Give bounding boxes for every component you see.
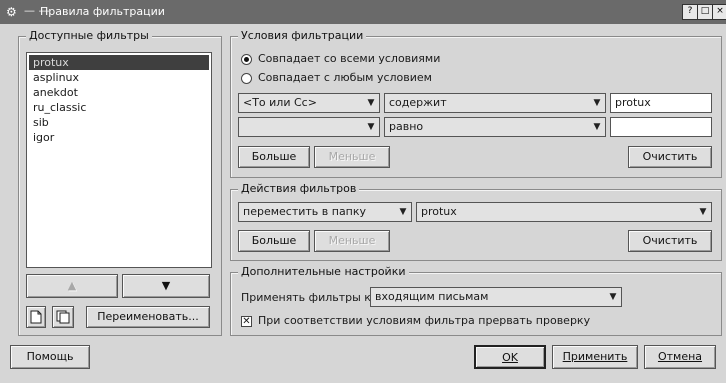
apply-button[interactable]: Применить [552, 345, 638, 369]
field-select-1-value: <То или Сс> [243, 96, 317, 109]
copy-filter-button[interactable] [52, 306, 74, 328]
apply-to-value: входящим письмам [375, 290, 489, 303]
ok-button[interactable]: OK [474, 345, 546, 369]
list-item[interactable]: anekdot [29, 85, 209, 100]
conditions-less-button[interactable]: Меньше [314, 146, 390, 168]
actions-less-button[interactable]: Меньше [314, 230, 390, 252]
action-select[interactable]: переместить в папку ▼ [238, 202, 412, 222]
actions-clear-button[interactable]: Очистить [628, 230, 712, 252]
apply-to-label: Применять фильтры к [241, 291, 371, 304]
target-folder-value: protux [421, 205, 457, 218]
arrow-down-icon: ▼ [161, 279, 171, 292]
conditions-more-button[interactable]: Больше [238, 146, 310, 168]
chevron-down-icon: ▼ [593, 122, 601, 132]
filter-list[interactable]: protux asplinux anekdot ru_classic sib i… [26, 52, 212, 268]
list-item[interactable]: igor [29, 130, 209, 145]
help-window-button[interactable]: ? [682, 4, 698, 20]
apply-to-select[interactable]: входящим письмам ▼ [370, 287, 622, 307]
new-document-icon [30, 310, 42, 324]
maximize-button[interactable]: □ [697, 4, 713, 20]
operator-select-1-value: содержит [389, 96, 447, 109]
list-item[interactable]: sib [29, 115, 209, 130]
match-any-label: Совпадает с любым условием [258, 71, 432, 84]
value-input-1[interactable]: protux [610, 93, 712, 113]
new-filter-button[interactable] [26, 306, 46, 328]
ok-button-label: OK [502, 351, 518, 364]
arrow-up-icon: ▲ [67, 279, 77, 292]
stop-processing-label: При соответствии условиям фильтра прерва… [258, 314, 591, 327]
gear-icon: ⚙ [6, 5, 17, 19]
match-all-label: Совпадает со всеми условиями [258, 52, 441, 65]
list-item[interactable]: ru_classic [29, 100, 209, 115]
close-button[interactable]: × [712, 4, 726, 20]
help-button[interactable]: Помощь [10, 345, 90, 369]
conditions-legend: Условия фильтрации [238, 29, 367, 42]
chevron-down-icon: ▼ [609, 292, 617, 302]
cancel-button-label: Отмена [657, 350, 703, 363]
field-select-2[interactable]: ▼ [238, 117, 380, 137]
copy-document-icon [56, 310, 70, 324]
move-down-button[interactable]: ▼ [122, 274, 210, 298]
cancel-button[interactable]: Отмена [644, 345, 716, 369]
match-all-radio[interactable] [241, 54, 252, 65]
chevron-down-icon: ▼ [699, 207, 707, 217]
extra-settings-legend: Дополнительные настройки [238, 265, 409, 278]
title-bar: ⚙ — — Правила фильтрации ? □ × [0, 0, 726, 24]
actions-more-button[interactable]: Больше [238, 230, 310, 252]
action-select-value: переместить в папку [243, 205, 367, 218]
target-folder-select[interactable]: protux ▼ [416, 202, 712, 222]
window-title: Правила фильтрации [40, 5, 165, 18]
field-select-1[interactable]: <То или Сс> ▼ [238, 93, 380, 113]
check-icon: ✕ [242, 316, 251, 327]
chevron-down-icon: ▼ [367, 122, 375, 132]
match-any-radio[interactable] [241, 73, 252, 84]
stop-processing-checkbox[interactable]: ✕ [241, 316, 252, 327]
actions-legend: Действия фильтров [238, 182, 360, 195]
apply-button-label: Применить [562, 350, 628, 363]
list-item[interactable]: asplinux [29, 70, 209, 85]
chevron-down-icon: ▼ [367, 98, 375, 108]
move-up-button[interactable]: ▲ [26, 274, 118, 298]
operator-select-2-value: равно [389, 120, 424, 133]
value-input-2[interactable] [610, 117, 712, 137]
operator-select-2[interactable]: равно ▼ [384, 117, 606, 137]
chevron-down-icon: ▼ [399, 207, 407, 217]
list-item[interactable]: protux [29, 55, 209, 70]
available-filters-legend: Доступные фильтры [26, 29, 152, 42]
chevron-down-icon: ▼ [593, 98, 601, 108]
conditions-clear-button[interactable]: Очистить [628, 146, 712, 168]
rename-button[interactable]: Переименовать... [86, 306, 210, 328]
operator-select-1[interactable]: содержит ▼ [384, 93, 606, 113]
